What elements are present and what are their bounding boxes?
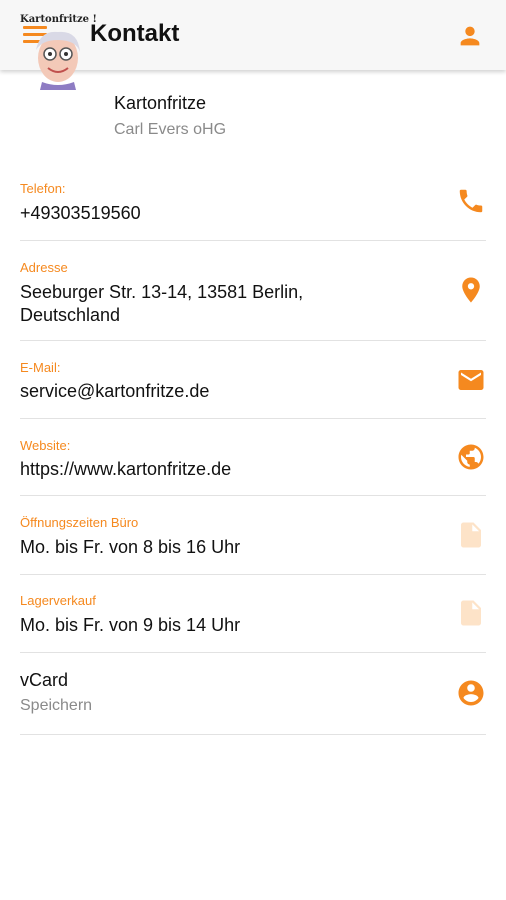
company-name: Kartonfritze: [114, 93, 207, 113]
address-row[interactable]: Adresse Seeburger Str. 13-14, 13581 Berl…: [20, 241, 486, 341]
warehouse-sale-value: Mo. bis Fr. von 9 bis 14 Uhr: [20, 615, 241, 635]
warehouse-sale-label: Lagerverkauf: [20, 593, 96, 608]
phone-value: +49303519560: [20, 203, 141, 223]
account-circle-icon[interactable]: [456, 678, 486, 708]
address-label: Adresse: [20, 260, 68, 275]
email-value: service@kartonfritze.de: [20, 381, 210, 401]
vcard-subtitle: Speichern: [20, 697, 93, 714]
office-hours-row: Öffnungszeiten Büro Mo. bis Fr. von 8 bi…: [20, 496, 486, 575]
globe-icon[interactable]: [456, 442, 486, 472]
warehouse-sale-row: Lagerverkauf Mo. bis Fr. von 9 bis 14 Uh…: [20, 575, 486, 653]
phone-row[interactable]: Telefon: +49303519560: [20, 162, 486, 241]
document-icon: [456, 520, 486, 550]
logo-lettering: Kartonfritze !: [20, 14, 96, 25]
email-row[interactable]: E-Mail: service@kartonfritze.de: [20, 341, 486, 419]
office-hours-label: Öffnungszeiten Büro: [20, 515, 139, 530]
document-icon: [456, 598, 486, 628]
company-logo: Kartonfritze !: [18, 10, 97, 90]
phone-icon[interactable]: [456, 186, 486, 216]
account-icon[interactable]: [456, 22, 484, 50]
vcard-title: vCard: [20, 670, 69, 690]
vcard-row[interactable]: vCard Speichern: [20, 653, 486, 735]
office-hours-value: Mo. bis Fr. von 8 bis 16 Uhr: [20, 537, 241, 557]
phone-label: Telefon:: [20, 181, 66, 196]
address-value: Seeburger Str. 13-14, 13581 Berlin, Deut…: [20, 282, 304, 325]
website-label: Website:: [20, 438, 71, 453]
location-pin-icon[interactable]: [456, 275, 486, 305]
mail-icon[interactable]: [456, 365, 486, 395]
page-title: Kontakt: [90, 20, 180, 47]
company-owner: Carl Evers oHG: [114, 121, 227, 138]
website-value: https://www.kartonfritze.de: [20, 459, 232, 479]
email-label: E-Mail:: [20, 360, 61, 375]
website-row[interactable]: Website: https://www.kartonfritze.de: [20, 419, 486, 496]
